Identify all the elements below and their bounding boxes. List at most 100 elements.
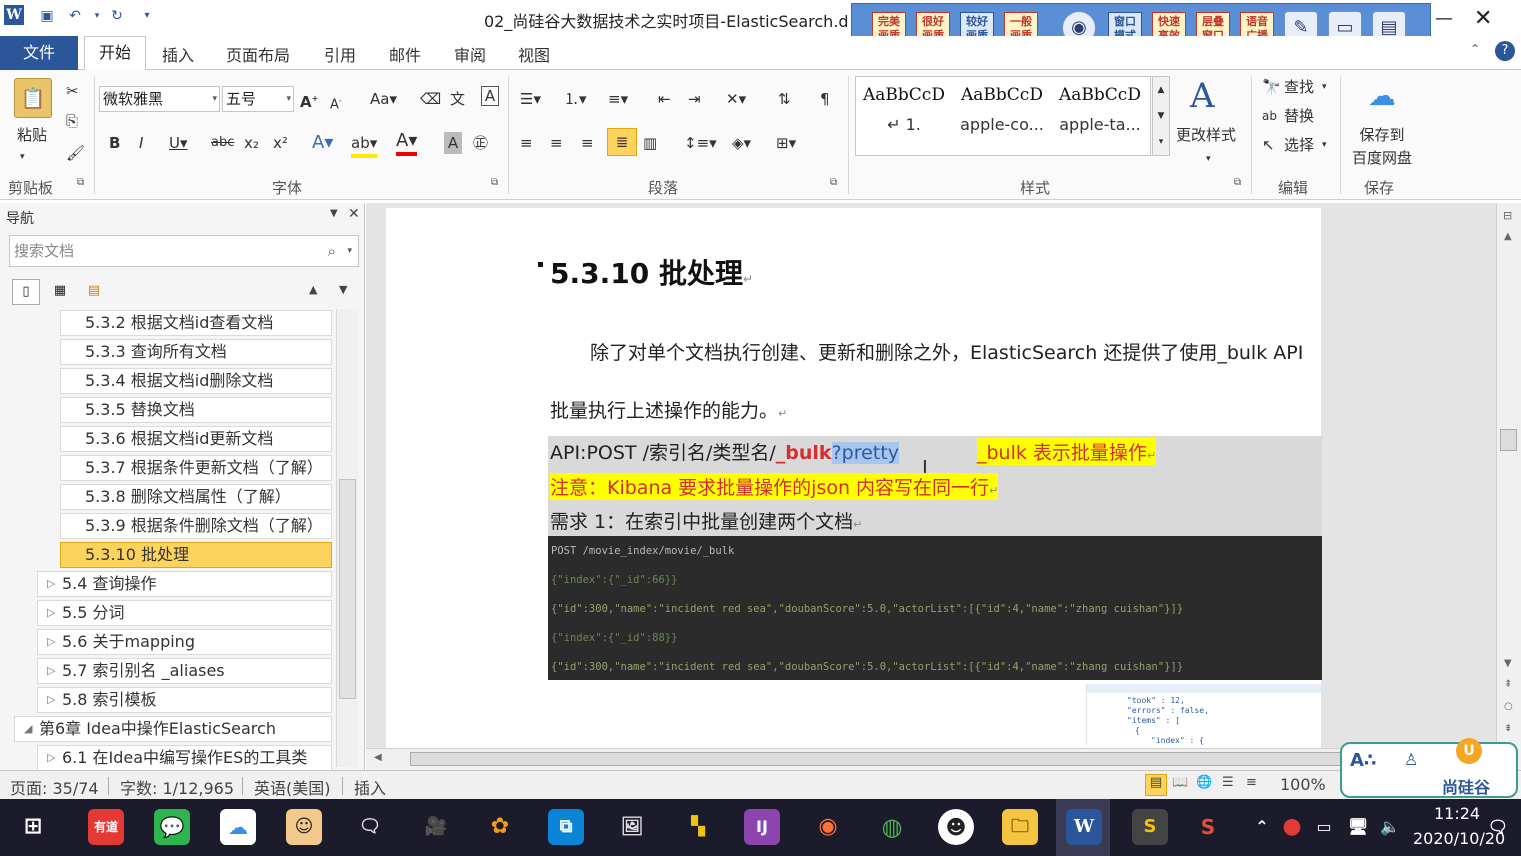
save-to-netdisk-label2[interactable]: 百度网盘 (1346, 147, 1418, 169)
nav-item[interactable]: ▷ 5.8 索引模板 (37, 687, 332, 713)
select-button[interactable]: 选择 (1284, 134, 1314, 156)
windows-start-icon[interactable]: ⊞ (15, 809, 51, 845)
sogou-icon[interactable]: S (1190, 809, 1226, 845)
search-icon[interactable]: ⌕ (328, 236, 336, 266)
nav-item[interactable]: ▷ 5.5 分词 (37, 600, 332, 626)
expand-icon[interactable]: ▷ (47, 572, 55, 596)
align-right-icon[interactable]: ≡ (581, 132, 594, 154)
expand-icon[interactable]: ▷ (47, 746, 55, 770)
show-marks-icon[interactable]: ¶ (820, 88, 830, 110)
expand-icon[interactable]: ▷ (47, 688, 55, 712)
paste-button[interactable]: 粘贴 (10, 124, 54, 146)
blue-app-icon[interactable]: ⧉ (548, 809, 584, 845)
undo-icon[interactable]: ↶ (66, 7, 84, 25)
scroll-up-icon[interactable]: ▲ (1504, 231, 1512, 242)
web-layout-icon[interactable]: 🌐 (1196, 775, 1212, 790)
tab-view[interactable]: 视图 (518, 42, 550, 66)
nav-item[interactable]: 5.3.2 根据文档id查看文档 (60, 310, 332, 336)
word-taskbar-icon[interactable]: W (1066, 809, 1102, 845)
nav-item[interactable]: ▷ 5.6 关于mapping (37, 629, 332, 655)
paragraph-launcher-icon[interactable]: ⧉ (830, 177, 837, 188)
vertical-scroll-thumb[interactable] (1500, 429, 1517, 451)
expand-icon[interactable]: ▷ (47, 601, 55, 625)
word-count[interactable]: 字数: 1/12,965 (120, 775, 234, 799)
customize-quick-access-icon[interactable]: ▾ (138, 7, 156, 25)
nav-item[interactable]: ▷ 6.1 在Idea中编写操作ES的工具类 (37, 745, 332, 771)
tab-page-layout[interactable]: 页面布局 (226, 42, 290, 66)
results-view-icon[interactable]: ▤ (80, 279, 108, 305)
save-to-netdisk-label1[interactable]: 保存到 (1352, 124, 1412, 146)
font-color-icon[interactable]: A▾ (396, 130, 418, 156)
chevron-down-icon[interactable]: ▾ (1322, 76, 1327, 98)
next-page-icon[interactable]: ⇟ (1504, 723, 1512, 734)
copy-icon[interactable]: ⎘ (66, 110, 78, 132)
nav-item[interactable]: ▷ 5.4 查询操作 (37, 571, 332, 597)
paste-dropdown-icon[interactable]: ▾ (20, 146, 25, 168)
tray-record-icon[interactable]: ● (1274, 809, 1310, 845)
notification-icon[interactable]: 🗨 (1480, 809, 1516, 845)
change-styles-icon[interactable]: A (1190, 78, 1215, 114)
horizontal-scroll-thumb[interactable] (410, 752, 1454, 766)
font-name-combo[interactable]: 微软雅黑 ▾ (99, 86, 220, 112)
nav-item[interactable]: 5.3.6 根据文档id更新文档 (60, 426, 332, 452)
sublime-icon[interactable]: S (1132, 809, 1168, 845)
network-icon[interactable]: 🖥 (1340, 809, 1376, 845)
insert-mode[interactable]: 插入 (354, 775, 386, 799)
tab-insert[interactable]: 插入 (162, 42, 194, 66)
horizontal-scrollbar[interactable]: ◀ ▶ (366, 748, 1496, 770)
change-case-icon[interactable]: Aa▾ (370, 88, 397, 110)
nav-item[interactable]: ◢ 第6章 Idea中操作ElasticSearch (14, 716, 332, 742)
recorder-icon[interactable]: 🎥 (418, 809, 454, 845)
chevron-down-icon[interactable]: ▾ (1206, 148, 1211, 170)
paste-icon[interactable]: 📋 (14, 78, 52, 118)
font-launcher-icon[interactable]: ⧉ (491, 177, 498, 188)
scroll-left-icon[interactable]: ◀ (374, 752, 382, 763)
underline-icon[interactable]: U▾ (169, 132, 188, 154)
nav-item[interactable]: 5.3.4 根据文档id删除文档 (60, 368, 332, 394)
nav-item[interactable]: 5.3.10 批处理 (60, 542, 332, 568)
strikethrough-icon[interactable]: abc (211, 132, 234, 154)
chevron-down-icon[interactable]: ▾ (347, 236, 352, 266)
align-center-icon[interactable]: ≡ (550, 132, 563, 154)
line-spacing-icon[interactable]: ↕≡▾ (684, 132, 717, 154)
clipboard-launcher-icon[interactable]: ⧉ (77, 177, 84, 188)
baidu-netdisk-icon[interactable]: ☁ (1362, 78, 1402, 114)
volume-icon[interactable]: 🔈 (1372, 809, 1408, 845)
sort-icon[interactable]: ⇅ (778, 88, 791, 110)
enclose-char-icon[interactable]: ㊣ (473, 132, 488, 154)
redo-icon[interactable]: ↻ (108, 7, 126, 25)
prev-page-icon[interactable]: ⇞ (1504, 679, 1512, 690)
nav-item[interactable]: 5.3.9 根据条件删除文档（了解） (60, 513, 332, 539)
nav-scrollbar[interactable] (336, 309, 358, 767)
youdao-icon[interactable]: 有道 (88, 809, 124, 845)
format-painter-icon[interactable]: 🖌 (66, 142, 85, 164)
phonetic-guide-icon[interactable]: 文 (450, 88, 465, 110)
headings-view-icon[interactable]: ▯ (12, 279, 40, 305)
grow-font-icon[interactable]: A+ (300, 88, 318, 113)
grid-app-icon[interactable]: ▚ (680, 809, 716, 845)
scroll-down-icon[interactable]: ▼ (1504, 658, 1512, 669)
print-layout-icon[interactable]: ▤ (1145, 774, 1167, 796)
styles-launcher-icon[interactable]: ⧉ (1234, 177, 1241, 188)
firefox-icon[interactable]: ◉ (810, 809, 846, 845)
tab-file[interactable]: 文件 (0, 36, 78, 70)
bullets-icon[interactable]: ☰▾ (520, 88, 541, 110)
char-shading-icon[interactable]: A (444, 132, 462, 154)
presentation-icon[interactable]: 🗨 (352, 809, 388, 845)
page-count[interactable]: 页面: 35/74 (10, 775, 99, 799)
orange-app-icon[interactable]: ✿ (482, 809, 518, 845)
nav-item[interactable]: 5.3.3 查询所有文档 (60, 339, 332, 365)
find-button[interactable]: 查找 (1284, 76, 1314, 98)
text-effects-icon[interactable]: A▾ (312, 132, 333, 154)
nav-close-icon[interactable]: ✕ (348, 206, 360, 222)
nav-item[interactable]: 5.3.5 替换文档 (60, 397, 332, 423)
tab-home[interactable]: 开始 (84, 36, 146, 70)
intellij-icon[interactable]: IJ (744, 809, 780, 845)
draft-icon[interactable]: ≡ (1246, 775, 1257, 790)
help-icon[interactable]: ? (1495, 41, 1515, 61)
chevron-down-icon[interactable]: ▾ (1322, 134, 1327, 156)
char-border-icon[interactable]: A (481, 86, 499, 106)
browse-object-icon[interactable]: ○ (1504, 701, 1513, 712)
increase-indent-icon[interactable]: ⇥ (688, 88, 701, 110)
pages-view-icon[interactable]: ▦ (46, 279, 74, 305)
